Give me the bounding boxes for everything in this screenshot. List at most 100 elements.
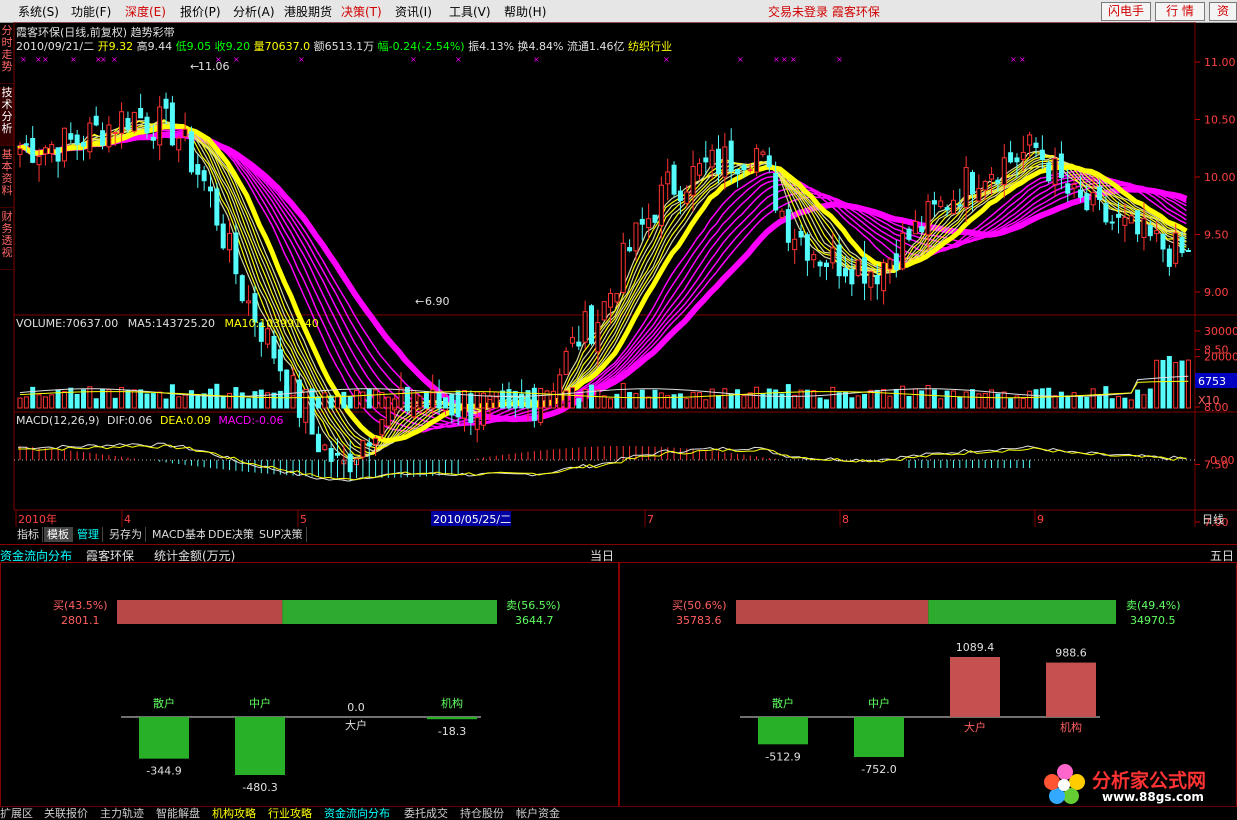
task-institution[interactable]: 机构攻略 bbox=[212, 807, 256, 820]
task-main-track[interactable]: 主力轨迹 bbox=[100, 807, 144, 820]
menu-item-4[interactable]: 分析(A) bbox=[233, 3, 275, 20]
candle-body bbox=[23, 143, 29, 146]
candle-body bbox=[677, 190, 683, 202]
candle-body bbox=[614, 293, 620, 303]
volume-bar bbox=[1166, 356, 1172, 409]
flow-bar-name: 机构 bbox=[1060, 720, 1082, 734]
task-orders[interactable]: 委托成交 bbox=[404, 807, 448, 820]
candle-body bbox=[1160, 233, 1166, 250]
candle-body bbox=[620, 242, 626, 293]
volume-bar bbox=[455, 390, 461, 409]
signal-markers: × × × × ×× × × × × × × × × × × × × × × × bbox=[20, 55, 1026, 64]
candle-body bbox=[360, 440, 366, 458]
flow-panel-today: 买(43.5%) 2801.1 卖(56.5%) 3644.7 -344.9 散户… bbox=[0, 562, 619, 807]
tab-dde[interactable]: DDE决策 bbox=[205, 527, 258, 542]
task-related-quote[interactable]: 关联报价 bbox=[44, 807, 88, 820]
flower-icon bbox=[1044, 764, 1085, 804]
menu-item-7[interactable]: 资讯(I) bbox=[395, 3, 432, 20]
candle-body bbox=[557, 374, 563, 396]
signal-marker: × bbox=[455, 55, 462, 64]
menu-item-2[interactable]: 深度(E) bbox=[125, 3, 166, 20]
candle-body bbox=[30, 138, 36, 163]
tab-sup[interactable]: SUP决策 bbox=[256, 527, 307, 542]
tab-indicator[interactable]: 指标 bbox=[14, 527, 43, 542]
macd-lines bbox=[17, 442, 1187, 482]
candle-body bbox=[455, 408, 461, 418]
signal-marker: × bbox=[111, 55, 118, 64]
tab-manage[interactable]: 管理 bbox=[74, 527, 103, 542]
candle-body bbox=[119, 111, 125, 134]
candle-body bbox=[690, 166, 696, 196]
volume-bar bbox=[1020, 398, 1026, 409]
flow-bar-3 bbox=[1046, 662, 1096, 717]
task-capital-flow[interactable]: 资金流向分布 bbox=[324, 807, 390, 820]
buy-ratio-bar bbox=[736, 600, 929, 624]
kline-chart[interactable]: 11.0010.5010.009.509.008.508.007.507.00 … bbox=[0, 22, 1237, 527]
candle-body bbox=[665, 171, 671, 185]
macd-axis-label: 0.00 bbox=[1210, 454, 1235, 467]
task-holdings[interactable]: 持仓股份 bbox=[460, 807, 504, 820]
flash-trade-button[interactable]: 闪电手 bbox=[1101, 2, 1151, 21]
volume-bar bbox=[823, 399, 829, 409]
volume-bar bbox=[195, 395, 201, 409]
volume-bar bbox=[220, 395, 226, 409]
menu-item-1[interactable]: 功能(F) bbox=[71, 3, 111, 20]
volume-bar bbox=[703, 399, 709, 409]
volume-bar bbox=[963, 391, 969, 409]
task-extend[interactable]: 扩展区 bbox=[0, 807, 33, 820]
volume-bar bbox=[684, 398, 690, 409]
candle-body bbox=[696, 163, 702, 176]
flow-bar-name: 散户 bbox=[772, 696, 794, 710]
candle-body bbox=[627, 247, 633, 252]
task-account[interactable]: 帐户资金 bbox=[516, 807, 560, 820]
candle-body bbox=[1179, 236, 1185, 254]
candle-body bbox=[385, 405, 391, 427]
volume-bar bbox=[169, 384, 175, 409]
volume-bar bbox=[157, 391, 163, 409]
candle-body bbox=[646, 218, 652, 229]
volume-bar bbox=[677, 393, 683, 409]
menu-item-8[interactable]: 工具(V) bbox=[449, 3, 491, 20]
candle-body bbox=[1020, 151, 1026, 160]
tab-save-as[interactable]: 另存为 bbox=[106, 527, 146, 542]
volume-bar bbox=[646, 396, 652, 409]
volume-bar bbox=[1084, 396, 1090, 409]
signal-marker: × bbox=[781, 55, 788, 64]
quote-button[interactable]: 行 情 bbox=[1155, 2, 1205, 21]
volume-header: VOLUME:70637.00 MA5:143725.20 MA10:10399… bbox=[16, 317, 319, 330]
candle-body bbox=[773, 173, 779, 211]
candle-body bbox=[315, 433, 321, 453]
volume-bar bbox=[87, 386, 93, 409]
candle-body bbox=[201, 170, 207, 182]
tab-macd-basic[interactable]: MACD基本 bbox=[149, 527, 211, 542]
volume-bar bbox=[1052, 395, 1058, 409]
menu-item-6[interactable]: 决策(T) bbox=[341, 3, 382, 20]
flow-bar-name: 大户 bbox=[345, 718, 367, 732]
candle-body bbox=[862, 257, 868, 284]
volume-bar bbox=[671, 394, 677, 409]
volume-bar bbox=[258, 389, 264, 409]
candle-body bbox=[785, 209, 791, 243]
volume-bar bbox=[335, 396, 340, 409]
volume-bar bbox=[315, 396, 321, 409]
menu-item-0[interactable]: 系统(S) bbox=[18, 3, 59, 20]
candle-body bbox=[995, 179, 1001, 184]
volume-bar bbox=[766, 388, 772, 409]
volume-bar bbox=[392, 398, 398, 409]
candle-body bbox=[639, 218, 645, 225]
menu-item-9[interactable]: 帮助(H) bbox=[504, 3, 546, 20]
volume-bar bbox=[811, 390, 817, 409]
volume-bar bbox=[836, 392, 842, 409]
candle-body bbox=[1046, 162, 1052, 182]
tab-template[interactable]: 模板 bbox=[44, 527, 73, 542]
task-smart-analysis[interactable]: 智能解盘 bbox=[156, 807, 200, 820]
info-button[interactable]: 资 bbox=[1209, 2, 1237, 21]
flow-bar-0 bbox=[139, 717, 189, 759]
menu-item-3[interactable]: 报价(P) bbox=[180, 3, 221, 20]
volume-bar bbox=[487, 399, 493, 409]
candle-body bbox=[766, 155, 772, 168]
time-axis: 2010年 4 5 7 8 9 bbox=[15, 510, 1044, 527]
task-industry[interactable]: 行业攻略 bbox=[268, 807, 312, 820]
menu-item-5[interactable]: 港股期货 bbox=[284, 3, 332, 20]
candle-body bbox=[754, 148, 760, 173]
